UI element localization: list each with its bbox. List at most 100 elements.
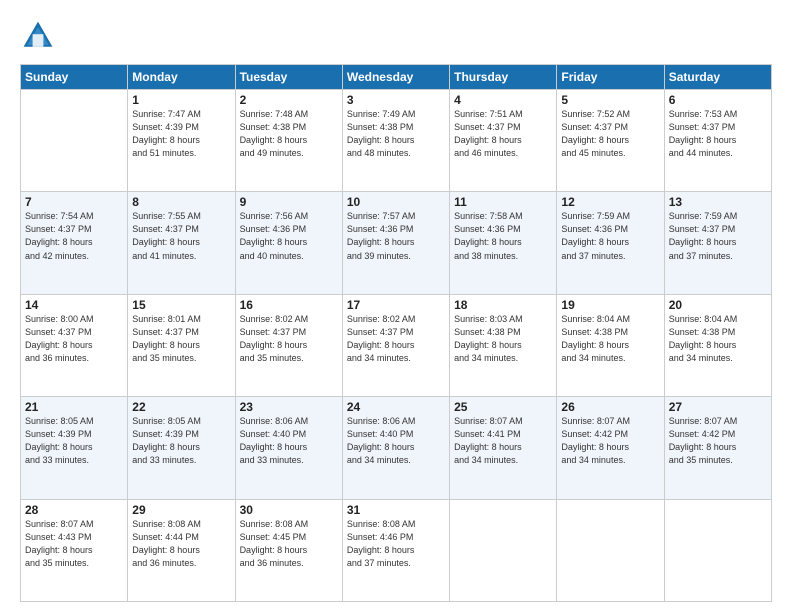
calendar-cell: 30Sunrise: 8:08 AM Sunset: 4:45 PM Dayli… (235, 499, 342, 601)
day-number: 12 (561, 195, 659, 209)
calendar-cell: 22Sunrise: 8:05 AM Sunset: 4:39 PM Dayli… (128, 397, 235, 499)
calendar-cell: 12Sunrise: 7:59 AM Sunset: 4:36 PM Dayli… (557, 192, 664, 294)
day-number: 20 (669, 298, 767, 312)
calendar-cell: 2Sunrise: 7:48 AM Sunset: 4:38 PM Daylig… (235, 90, 342, 192)
day-number: 21 (25, 400, 123, 414)
weekday-header-thursday: Thursday (450, 65, 557, 90)
day-info: Sunrise: 8:07 AM Sunset: 4:41 PM Dayligh… (454, 415, 552, 467)
day-info: Sunrise: 7:58 AM Sunset: 4:36 PM Dayligh… (454, 210, 552, 262)
calendar-cell: 9Sunrise: 7:56 AM Sunset: 4:36 PM Daylig… (235, 192, 342, 294)
day-number: 2 (240, 93, 338, 107)
day-info: Sunrise: 8:06 AM Sunset: 4:40 PM Dayligh… (240, 415, 338, 467)
weekday-header-tuesday: Tuesday (235, 65, 342, 90)
day-number: 11 (454, 195, 552, 209)
day-info: Sunrise: 8:02 AM Sunset: 4:37 PM Dayligh… (347, 313, 445, 365)
page: SundayMondayTuesdayWednesdayThursdayFrid… (0, 0, 792, 612)
day-info: Sunrise: 7:59 AM Sunset: 4:36 PM Dayligh… (561, 210, 659, 262)
day-number: 6 (669, 93, 767, 107)
calendar-week-row: 14Sunrise: 8:00 AM Sunset: 4:37 PM Dayli… (21, 294, 772, 396)
day-info: Sunrise: 8:02 AM Sunset: 4:37 PM Dayligh… (240, 313, 338, 365)
day-number: 23 (240, 400, 338, 414)
day-info: Sunrise: 7:51 AM Sunset: 4:37 PM Dayligh… (454, 108, 552, 160)
day-info: Sunrise: 7:54 AM Sunset: 4:37 PM Dayligh… (25, 210, 123, 262)
calendar-cell: 28Sunrise: 8:07 AM Sunset: 4:43 PM Dayli… (21, 499, 128, 601)
calendar-table: SundayMondayTuesdayWednesdayThursdayFrid… (20, 64, 772, 602)
day-number: 31 (347, 503, 445, 517)
day-number: 10 (347, 195, 445, 209)
calendar-cell: 26Sunrise: 8:07 AM Sunset: 4:42 PM Dayli… (557, 397, 664, 499)
day-number: 4 (454, 93, 552, 107)
day-info: Sunrise: 8:04 AM Sunset: 4:38 PM Dayligh… (669, 313, 767, 365)
day-info: Sunrise: 7:49 AM Sunset: 4:38 PM Dayligh… (347, 108, 445, 160)
calendar-cell (664, 499, 771, 601)
weekday-header-wednesday: Wednesday (342, 65, 449, 90)
calendar-cell: 18Sunrise: 8:03 AM Sunset: 4:38 PM Dayli… (450, 294, 557, 396)
weekday-header-row: SundayMondayTuesdayWednesdayThursdayFrid… (21, 65, 772, 90)
day-number: 3 (347, 93, 445, 107)
calendar-cell: 25Sunrise: 8:07 AM Sunset: 4:41 PM Dayli… (450, 397, 557, 499)
day-number: 29 (132, 503, 230, 517)
day-info: Sunrise: 8:08 AM Sunset: 4:44 PM Dayligh… (132, 518, 230, 570)
calendar-cell: 1Sunrise: 7:47 AM Sunset: 4:39 PM Daylig… (128, 90, 235, 192)
calendar-cell: 7Sunrise: 7:54 AM Sunset: 4:37 PM Daylig… (21, 192, 128, 294)
day-number: 1 (132, 93, 230, 107)
day-number: 18 (454, 298, 552, 312)
calendar-cell: 15Sunrise: 8:01 AM Sunset: 4:37 PM Dayli… (128, 294, 235, 396)
day-number: 26 (561, 400, 659, 414)
calendar-cell: 14Sunrise: 8:00 AM Sunset: 4:37 PM Dayli… (21, 294, 128, 396)
day-number: 25 (454, 400, 552, 414)
day-info: Sunrise: 8:03 AM Sunset: 4:38 PM Dayligh… (454, 313, 552, 365)
day-info: Sunrise: 7:56 AM Sunset: 4:36 PM Dayligh… (240, 210, 338, 262)
day-number: 7 (25, 195, 123, 209)
day-number: 22 (132, 400, 230, 414)
calendar-cell: 3Sunrise: 7:49 AM Sunset: 4:38 PM Daylig… (342, 90, 449, 192)
day-info: Sunrise: 7:59 AM Sunset: 4:37 PM Dayligh… (669, 210, 767, 262)
day-info: Sunrise: 8:07 AM Sunset: 4:42 PM Dayligh… (669, 415, 767, 467)
calendar-cell: 5Sunrise: 7:52 AM Sunset: 4:37 PM Daylig… (557, 90, 664, 192)
day-info: Sunrise: 7:48 AM Sunset: 4:38 PM Dayligh… (240, 108, 338, 160)
day-info: Sunrise: 8:05 AM Sunset: 4:39 PM Dayligh… (25, 415, 123, 467)
calendar-week-row: 7Sunrise: 7:54 AM Sunset: 4:37 PM Daylig… (21, 192, 772, 294)
day-info: Sunrise: 8:00 AM Sunset: 4:37 PM Dayligh… (25, 313, 123, 365)
calendar-cell (21, 90, 128, 192)
day-number: 8 (132, 195, 230, 209)
day-number: 13 (669, 195, 767, 209)
day-info: Sunrise: 8:05 AM Sunset: 4:39 PM Dayligh… (132, 415, 230, 467)
day-number: 16 (240, 298, 338, 312)
day-info: Sunrise: 8:07 AM Sunset: 4:43 PM Dayligh… (25, 518, 123, 570)
day-number: 30 (240, 503, 338, 517)
day-number: 19 (561, 298, 659, 312)
calendar-week-row: 21Sunrise: 8:05 AM Sunset: 4:39 PM Dayli… (21, 397, 772, 499)
day-info: Sunrise: 7:57 AM Sunset: 4:36 PM Dayligh… (347, 210, 445, 262)
day-number: 28 (25, 503, 123, 517)
calendar-cell: 21Sunrise: 8:05 AM Sunset: 4:39 PM Dayli… (21, 397, 128, 499)
day-info: Sunrise: 7:55 AM Sunset: 4:37 PM Dayligh… (132, 210, 230, 262)
calendar-cell (450, 499, 557, 601)
weekday-header-friday: Friday (557, 65, 664, 90)
day-number: 27 (669, 400, 767, 414)
day-number: 9 (240, 195, 338, 209)
calendar-cell: 11Sunrise: 7:58 AM Sunset: 4:36 PM Dayli… (450, 192, 557, 294)
day-info: Sunrise: 8:06 AM Sunset: 4:40 PM Dayligh… (347, 415, 445, 467)
calendar-week-row: 28Sunrise: 8:07 AM Sunset: 4:43 PM Dayli… (21, 499, 772, 601)
weekday-header-monday: Monday (128, 65, 235, 90)
calendar-cell: 24Sunrise: 8:06 AM Sunset: 4:40 PM Dayli… (342, 397, 449, 499)
day-number: 5 (561, 93, 659, 107)
calendar-cell: 19Sunrise: 8:04 AM Sunset: 4:38 PM Dayli… (557, 294, 664, 396)
day-info: Sunrise: 7:53 AM Sunset: 4:37 PM Dayligh… (669, 108, 767, 160)
calendar-cell: 16Sunrise: 8:02 AM Sunset: 4:37 PM Dayli… (235, 294, 342, 396)
day-info: Sunrise: 8:08 AM Sunset: 4:45 PM Dayligh… (240, 518, 338, 570)
calendar-week-row: 1Sunrise: 7:47 AM Sunset: 4:39 PM Daylig… (21, 90, 772, 192)
calendar-cell: 10Sunrise: 7:57 AM Sunset: 4:36 PM Dayli… (342, 192, 449, 294)
day-number: 15 (132, 298, 230, 312)
day-info: Sunrise: 8:04 AM Sunset: 4:38 PM Dayligh… (561, 313, 659, 365)
calendar-cell: 8Sunrise: 7:55 AM Sunset: 4:37 PM Daylig… (128, 192, 235, 294)
calendar-cell: 4Sunrise: 7:51 AM Sunset: 4:37 PM Daylig… (450, 90, 557, 192)
calendar-cell (557, 499, 664, 601)
day-number: 14 (25, 298, 123, 312)
calendar-cell: 6Sunrise: 7:53 AM Sunset: 4:37 PM Daylig… (664, 90, 771, 192)
day-number: 24 (347, 400, 445, 414)
calendar-cell: 31Sunrise: 8:08 AM Sunset: 4:46 PM Dayli… (342, 499, 449, 601)
calendar-cell: 17Sunrise: 8:02 AM Sunset: 4:37 PM Dayli… (342, 294, 449, 396)
day-info: Sunrise: 7:52 AM Sunset: 4:37 PM Dayligh… (561, 108, 659, 160)
